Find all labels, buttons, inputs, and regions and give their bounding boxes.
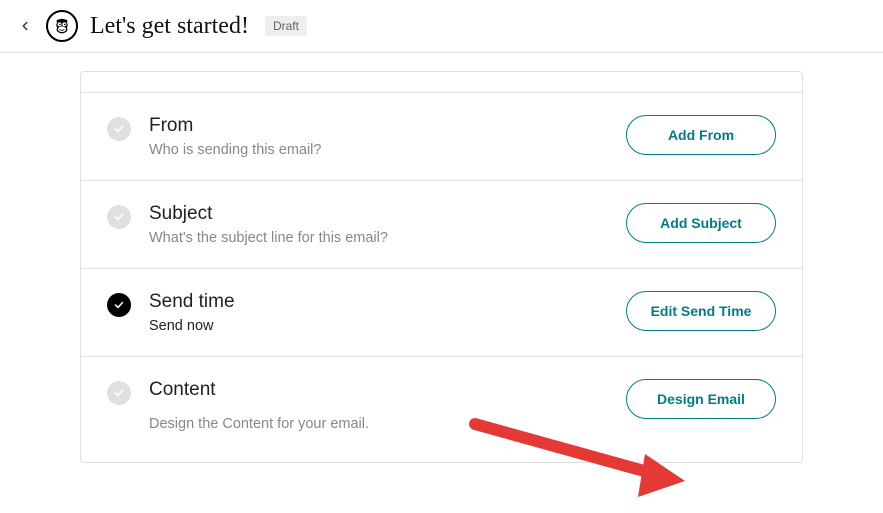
status-icon-complete bbox=[107, 293, 131, 317]
add-from-button[interactable]: Add From bbox=[626, 115, 776, 155]
main-container: From Who is sending this email? Add From… bbox=[0, 71, 883, 463]
status-badge: Draft bbox=[265, 16, 307, 36]
section-subject: Subject What's the subject line for this… bbox=[81, 181, 802, 269]
edit-sendtime-button[interactable]: Edit Send Time bbox=[626, 291, 776, 331]
back-button[interactable] bbox=[16, 17, 34, 35]
subject-desc: What's the subject line for this email? bbox=[149, 230, 608, 246]
chevron-left-icon bbox=[18, 19, 32, 33]
section-from: From Who is sending this email? Add From bbox=[81, 93, 802, 181]
check-icon bbox=[113, 211, 125, 223]
status-icon-incomplete bbox=[107, 117, 131, 141]
content-title: Content bbox=[149, 379, 608, 401]
setup-card: From Who is sending this email? Add From… bbox=[80, 71, 803, 463]
section-text: From Who is sending this email? bbox=[149, 115, 608, 158]
mailchimp-logo bbox=[46, 10, 78, 42]
status-icon-incomplete bbox=[107, 205, 131, 229]
status-icon-incomplete bbox=[107, 381, 131, 405]
monkey-icon bbox=[49, 13, 75, 39]
check-icon bbox=[113, 387, 125, 399]
check-icon bbox=[113, 299, 125, 311]
add-subject-button[interactable]: Add Subject bbox=[626, 203, 776, 243]
sendtime-title: Send time bbox=[149, 291, 608, 313]
from-desc: Who is sending this email? bbox=[149, 142, 608, 158]
section-text: Content Design the Content for your emai… bbox=[149, 379, 608, 432]
section-sendtime: Send time Send now Edit Send Time bbox=[81, 269, 802, 357]
content-desc: Design the Content for your email. bbox=[149, 416, 608, 432]
page-header: Let's get started! Draft bbox=[0, 0, 883, 53]
design-email-button[interactable]: Design Email bbox=[626, 379, 776, 419]
section-top-spacer bbox=[81, 72, 802, 93]
section-text: Send time Send now bbox=[149, 291, 608, 334]
check-icon bbox=[113, 123, 125, 135]
page-title: Let's get started! bbox=[90, 13, 249, 40]
subject-title: Subject bbox=[149, 203, 608, 225]
section-text: Subject What's the subject line for this… bbox=[149, 203, 608, 246]
section-content: Content Design the Content for your emai… bbox=[81, 357, 802, 462]
from-title: From bbox=[149, 115, 608, 137]
sendtime-desc: Send now bbox=[149, 318, 608, 334]
